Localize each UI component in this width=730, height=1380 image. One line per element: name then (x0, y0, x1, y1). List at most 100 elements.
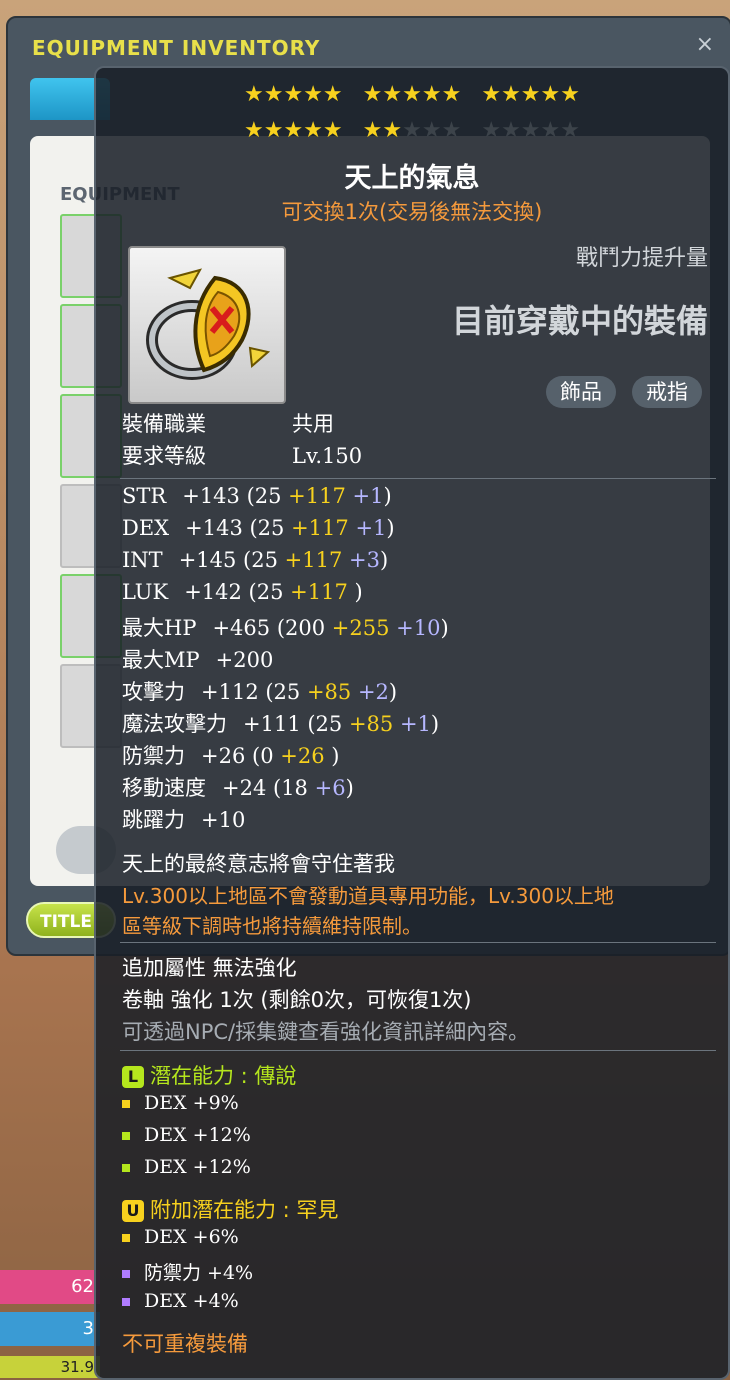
category-tag: 飾品 (546, 376, 616, 408)
stat-label: LUK (122, 580, 169, 604)
potential-text: DEX +12% (144, 1124, 251, 1146)
stat-bonus: +255 (331, 616, 397, 640)
stat-total: +143 (185, 516, 250, 540)
stat-close: ) (354, 580, 363, 604)
stat-row: 最大MP +200 (122, 644, 273, 674)
star-filled-icon: ★ (481, 82, 502, 107)
potential-text: 防禦力 +4% (144, 1262, 254, 1284)
stat-close: ) (440, 616, 449, 640)
potential-line: 防禦力 +4% (122, 1258, 253, 1285)
star-filled-icon: ★ (501, 82, 521, 107)
star-filled-icon: ★ (382, 82, 403, 107)
ring-icon (146, 268, 271, 380)
star-filled-icon: ★ (243, 118, 264, 143)
star-filled-icon: ★ (362, 118, 383, 143)
star-force-row-2: ★★★★★ ★★★★★ ★★★★★ (96, 118, 728, 143)
stat-close: ) (388, 680, 398, 704)
stat-total: +465 (212, 616, 277, 640)
stat-enhance: +1 (352, 484, 384, 508)
stat-total: +111 (243, 712, 308, 736)
stat-bonus: +117 (291, 516, 356, 540)
close-icon[interactable]: × (696, 32, 714, 57)
star-filled-icon: ★ (243, 82, 264, 107)
stat-label: 魔法攻擊力 (122, 712, 227, 736)
stat-close: ) (430, 712, 440, 736)
star-filled-icon: ★ (421, 82, 442, 107)
stat-base: (25 (265, 680, 307, 704)
stat-row: 最大HP +465 (200 +255 +10) (122, 612, 449, 642)
stat-bonus: +117 (288, 484, 353, 508)
stat-enhance: +3 (349, 548, 380, 572)
stat-row: 防禦力 +26 (0 +26 ) (122, 740, 339, 770)
star-empty-icon: ★ (560, 118, 580, 143)
level-warning-line-2: 區等級下調時也將持續維持限制。 (122, 914, 422, 938)
potential-text: DEX +6% (144, 1226, 239, 1248)
potential-text: DEX +12% (144, 1156, 251, 1178)
level-warning-line-1: Lv.300以上地區不會發動道具專用功能，Lv.300以上地 (122, 884, 614, 908)
stat-base: (0 (252, 744, 281, 768)
inventory-title: EQUIPMENT INVENTORY (32, 36, 321, 60)
star-empty-icon: ★ (421, 118, 442, 143)
item-icon-frame (128, 246, 286, 404)
stat-enhance: +6 (314, 776, 346, 800)
potential-line: DEX +9% (122, 1092, 239, 1114)
potential-line: DEX +12% (122, 1156, 251, 1178)
stat-total: +10 (201, 808, 246, 832)
item-name: 天上的氣息 (344, 163, 480, 194)
star-empty-icon: ★ (540, 118, 561, 143)
stat-total: +24 (222, 776, 273, 800)
star-empty-icon: ★ (520, 118, 541, 143)
exp-bar: 31.9 (0, 1356, 100, 1378)
stat-total: +112 (201, 680, 266, 704)
stat-enhance: +10 (396, 616, 441, 640)
type-tag: 戒指 (632, 376, 702, 408)
potential-text: DEX +4% (144, 1290, 239, 1312)
star-filled-icon: ★ (322, 118, 343, 143)
power-increase-label: 戰鬥力提升量 (575, 246, 708, 271)
potential-line: DEX +4% (122, 1290, 239, 1312)
stat-label: 防禦力 (122, 744, 185, 768)
stat-total: +143 (182, 484, 247, 508)
stat-close: ) (383, 484, 392, 508)
stat-close: ) (379, 548, 389, 572)
bullet-icon (122, 1270, 130, 1278)
enhance-info-hint: 可透過NPC/採集鍵查看強化資訊詳細內容。 (122, 1020, 530, 1044)
stat-enhance: +1 (399, 712, 431, 736)
star-filled-icon: ★ (382, 118, 403, 143)
star-filled-icon: ★ (283, 82, 304, 107)
stat-total: +145 (178, 548, 244, 572)
stat-enhance: +2 (357, 680, 389, 704)
stat-label: 攻擊力 (122, 680, 185, 704)
star-filled-icon: ★ (263, 118, 284, 143)
stat-close: ) (386, 516, 395, 540)
stat-close: ) (345, 776, 354, 800)
stat-base: (25 (246, 484, 289, 508)
stat-bonus: +117 (290, 580, 355, 604)
stat-row: 跳躍力 +10 (122, 804, 245, 834)
star-filled-icon: ★ (263, 82, 284, 107)
hp-bar: 62 (0, 1270, 100, 1304)
legendary-badge-icon: L (122, 1066, 144, 1088)
stat-base: (25 (307, 712, 349, 736)
potential-text: DEX +9% (144, 1092, 239, 1114)
stat-total: +200 (215, 648, 274, 672)
stat-row: STR +143 (25 +117 +1) (122, 484, 392, 508)
stat-base: (200 (276, 616, 332, 640)
req-job-row: 裝備職業 共用 (122, 412, 334, 436)
stat-label: STR (122, 484, 167, 508)
star-filled-icon: ★ (520, 82, 541, 107)
divider (120, 478, 716, 479)
stat-close: ) (331, 744, 340, 768)
stat-bonus: +117 (284, 548, 349, 572)
stat-enhance: +1 (355, 516, 387, 540)
stat-label: 跳躍力 (122, 808, 185, 832)
stat-row: INT +145 (25 +117 +3) (122, 548, 388, 572)
star-filled-icon: ★ (402, 82, 422, 107)
bullet-icon (122, 1164, 130, 1172)
stat-row: 攻擊力 +112 (25 +85 +2) (122, 676, 397, 706)
star-filled-icon: ★ (441, 82, 462, 107)
star-empty-icon: ★ (501, 118, 521, 143)
divider (120, 942, 716, 943)
stat-bonus: +85 (348, 712, 400, 736)
currently-equipped-label: 目前穿戴中的裝備 (451, 302, 708, 340)
